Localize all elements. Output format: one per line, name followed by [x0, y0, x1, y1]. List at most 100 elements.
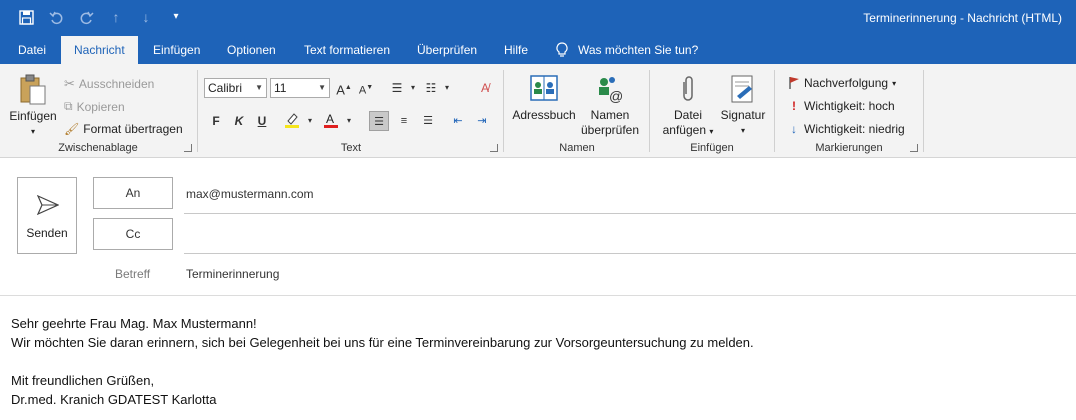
paperclip-icon: [683, 76, 693, 101]
check-names-label-1: Namen: [590, 108, 630, 122]
ribbon-tabs: Datei Nachricht Einfügen Optionen Text f…: [0, 36, 1076, 64]
signature-button[interactable]: Signatur ▾: [713, 74, 773, 138]
chevron-down-icon[interactable]: ▾: [300, 111, 320, 131]
ribbon: Einfügen ▾ ✂ Ausschneiden ⧉ Kopieren 🖌 F…: [0, 64, 1076, 158]
importance-low-button[interactable]: ↓ Wichtigkeit: niedrig: [788, 122, 905, 136]
chevron-down-icon: ▼: [255, 83, 263, 92]
subject-field[interactable]: Terminerinnerung: [186, 267, 279, 281]
highlight-color-button[interactable]: [282, 111, 302, 131]
check-names-icon: @: [599, 77, 623, 104]
font-color-button[interactable]: A: [321, 111, 341, 131]
insert-group-label: Einfügen: [690, 142, 734, 154]
decrease-indent-icon[interactable]: ⇤: [448, 111, 468, 131]
check-names-button[interactable]: @ Namen überprüfen: [577, 74, 643, 138]
paintbrush-icon: 🖌: [64, 122, 80, 136]
paste-icon: [20, 74, 46, 105]
message-body[interactable]: Sehr geehrte Frau Mag. Max Mustermann! W…: [11, 314, 754, 409]
text-group-label: Text: [340, 142, 362, 154]
send-button[interactable]: Senden: [17, 177, 77, 254]
copy-label: Kopieren: [76, 99, 125, 114]
bold-button[interactable]: F: [206, 111, 226, 131]
address-book-icon: [530, 75, 558, 101]
undo-icon[interactable]: [48, 8, 64, 26]
align-right-icon[interactable]: ☰: [418, 111, 438, 131]
align-center-icon[interactable]: ≡: [394, 111, 414, 131]
font-name-combo[interactable]: Calibri ▼: [204, 78, 267, 98]
tab-text-formatieren[interactable]: Text formatieren: [302, 36, 392, 64]
importance-high-button[interactable]: ! Wichtigkeit: hoch: [788, 99, 895, 113]
to-button[interactable]: An: [93, 177, 173, 209]
chevron-down-icon: ▾: [740, 126, 745, 135]
importance-high-label: Wichtigkeit: hoch: [804, 99, 895, 113]
group-divider: [774, 70, 775, 152]
arrow-up-icon[interactable]: ↑: [108, 8, 124, 26]
clipboard-dialog-launcher[interactable]: [184, 144, 192, 152]
signature-label: Signatur: [720, 108, 766, 122]
redo-icon[interactable]: [78, 8, 94, 26]
align-left-icon[interactable]: ☰: [369, 111, 389, 131]
attach-file-button[interactable]: Datei anfügen ▾: [655, 74, 721, 139]
scissors-icon: ✂: [64, 76, 75, 91]
copy-icon: ⧉: [64, 99, 73, 113]
tab-hilfe[interactable]: Hilfe: [502, 36, 530, 64]
tab-ueberpruefen[interactable]: Überprüfen: [415, 36, 479, 64]
clipboard-group-label: Zwischenablage: [58, 142, 138, 154]
chevron-down-icon[interactable]: ▾: [403, 78, 423, 98]
tab-einfuegen[interactable]: Einfügen: [151, 36, 202, 64]
flag-icon: [789, 77, 799, 89]
body-line: Mit freundlichen Grüßen,: [11, 373, 155, 388]
check-names-label-2: überprüfen: [580, 123, 640, 137]
cut-button[interactable]: ✂ Ausschneiden: [64, 76, 154, 92]
text-dialog-launcher[interactable]: [490, 144, 498, 152]
italic-button[interactable]: K: [229, 111, 249, 131]
font-size-value: 11: [274, 81, 287, 95]
save-icon[interactable]: [18, 8, 34, 26]
highlighter-icon: [285, 113, 299, 128]
address-book-label: Adressbuch: [512, 108, 576, 122]
subject-label: Betreff: [115, 267, 151, 281]
arrow-down-icon[interactable]: ↓: [138, 8, 154, 26]
quick-access-toolbar: ↑ ↓ ▾: [18, 8, 184, 26]
to-field[interactable]: max@mustermann.com: [186, 187, 314, 201]
followup-button[interactable]: Nachverfolgung ▾: [788, 76, 896, 90]
chevron-down-icon[interactable]: ▾: [437, 78, 457, 98]
window-title: Terminerinnerung - Nachricht (HTML): [863, 11, 1062, 25]
format-painter-button[interactable]: 🖌 Format übertragen: [64, 122, 183, 136]
tab-nachricht[interactable]: Nachricht: [61, 36, 138, 64]
followup-label: Nachverfolgung: [804, 76, 889, 90]
tags-group-label: Markierungen: [815, 142, 883, 154]
group-divider: [923, 70, 924, 152]
group-divider: [197, 70, 198, 152]
grow-font-button[interactable]: A▲: [334, 78, 354, 98]
chevron-down-icon: ▾: [30, 127, 35, 136]
cc-field-underline: [184, 253, 1076, 254]
tags-dialog-launcher[interactable]: [910, 144, 918, 152]
send-icon: [37, 195, 59, 215]
increase-indent-icon[interactable]: ⇥: [472, 111, 492, 131]
cc-button[interactable]: Cc: [93, 218, 173, 250]
font-size-combo[interactable]: 11 ▼: [270, 78, 330, 98]
tab-datei[interactable]: Datei: [16, 36, 48, 64]
tab-optionen[interactable]: Optionen: [225, 36, 278, 64]
address-book-button[interactable]: Adressbuch: [509, 74, 579, 123]
copy-button[interactable]: ⧉ Kopieren: [64, 99, 125, 114]
clear-formatting-icon[interactable]: A̸: [475, 78, 495, 98]
to-field-underline: [184, 213, 1076, 214]
shrink-font-button[interactable]: A▼: [356, 78, 376, 98]
customize-dropdown-icon[interactable]: ▾: [168, 8, 184, 26]
svg-text:A: A: [326, 112, 334, 126]
font-color-icon: A: [324, 112, 338, 128]
chevron-down-icon[interactable]: ▾: [339, 111, 359, 131]
group-text: Calibri ▼ 11 ▼ A▲ A▼ ☰ ▾ ☷ ▾ A̸ F K U ▾ A …: [200, 68, 502, 156]
tell-me-box[interactable]: Was möchten Sie tun?: [556, 36, 698, 64]
svg-text:@: @: [609, 88, 623, 104]
body-line: Dr.med. Kranich GDATEST Karlotta: [11, 392, 217, 407]
paste-button[interactable]: Einfügen ▾: [8, 74, 58, 139]
group-names: Adressbuch @ Namen überprüfen Namen: [505, 68, 649, 156]
send-label: Senden: [26, 226, 68, 240]
underline-button[interactable]: U: [252, 111, 272, 131]
font-name-value: Calibri: [208, 81, 243, 95]
importance-low-label: Wichtigkeit: niedrig: [804, 122, 905, 136]
attach-label-2-text: anfügen: [662, 123, 707, 137]
lightbulb-icon: [556, 42, 568, 57]
